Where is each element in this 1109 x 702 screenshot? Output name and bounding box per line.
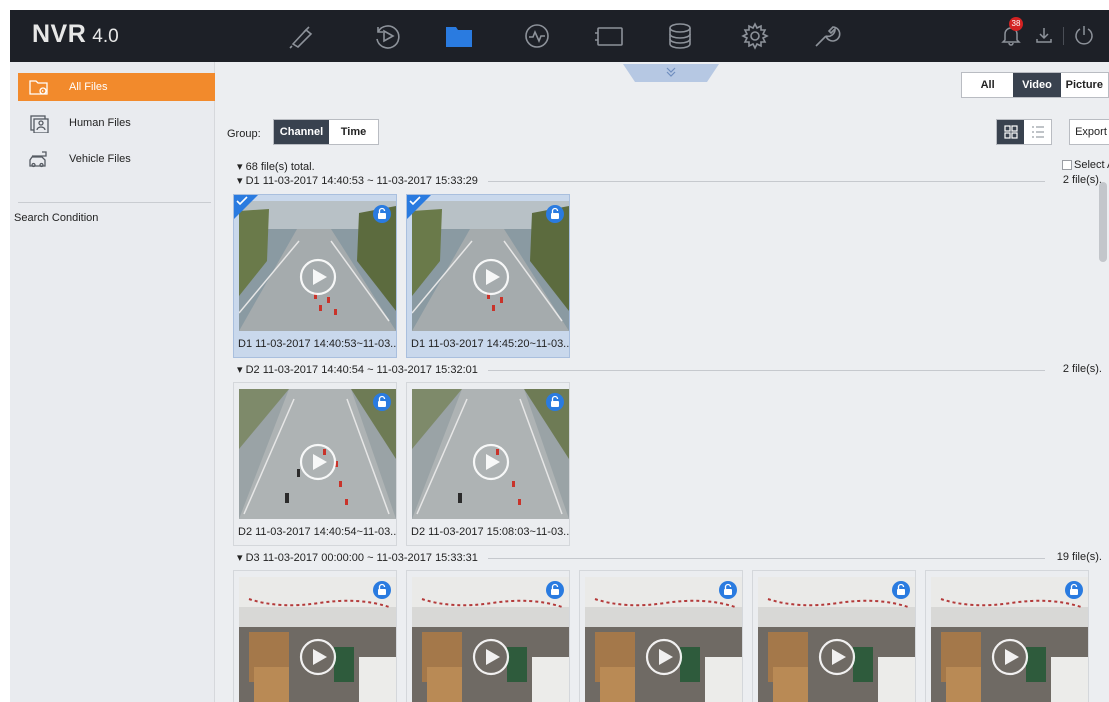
brand-name: NVR (32, 20, 87, 48)
file-caption: D1 11-03-2017 14:45:20~11-03... (411, 338, 569, 350)
folder-icon (28, 77, 50, 97)
power-icon[interactable] (1073, 24, 1095, 46)
brand-version: 4.0 (92, 26, 119, 47)
list-view-icon[interactable] (1024, 120, 1051, 144)
lock-icon[interactable] (373, 205, 391, 223)
search-condition-label: Search Condition (14, 212, 99, 224)
main-panel: All Video Picture Group: Channel Time Ex… (215, 62, 1109, 702)
logo: NVR 4.0 (32, 20, 119, 49)
top-bar: NVR 4.0 38 (10, 10, 1109, 62)
live-view-icon[interactable] (287, 21, 317, 51)
sidebar-item-all-files[interactable]: All Files (18, 73, 215, 101)
select-all-checkbox[interactable]: Select A (1062, 159, 1109, 171)
file-tile-d3-4[interactable] (752, 570, 916, 702)
notification-count-badge: 38 (1009, 17, 1023, 31)
grid-view-icon[interactable] (997, 120, 1024, 144)
smart-analysis-icon[interactable] (522, 21, 552, 51)
file-type-tabs: All Video Picture (961, 72, 1109, 98)
double-chevron-down-icon (623, 64, 719, 82)
scrollbar-thumb[interactable] (1099, 182, 1107, 262)
total-files-row[interactable]: ▾ 68 file(s) total. (237, 160, 315, 173)
file-caption: D2 11-03-2017 15:08:03~11-03... (411, 526, 569, 538)
checkbox-icon (1062, 160, 1072, 170)
lock-icon[interactable] (373, 581, 391, 599)
file-tile-d1-2[interactable]: D1 11-03-2017 14:45:20~11-03... (406, 194, 570, 358)
collapse-toggle[interactable] (623, 64, 719, 82)
nvr-app: NVR 4.0 38 All Files Human Files Vehicle… (10, 10, 1109, 702)
vehicle-icon (28, 149, 50, 169)
group-file-count: 2 file(s). (1062, 363, 1102, 375)
select-all-label: Select A (1074, 159, 1109, 171)
tab-video[interactable]: Video (1013, 73, 1061, 97)
file-tile-d3-3[interactable] (579, 570, 743, 702)
file-caption: D1 11-03-2017 14:40:53~11-03... (238, 338, 396, 350)
view-mode-toggle (996, 119, 1052, 145)
tab-all[interactable]: All (962, 73, 1013, 97)
group-label: Group: (227, 128, 261, 140)
sidebar-item-label: Human Files (69, 117, 131, 129)
group-file-count: 19 file(s). (1056, 551, 1102, 563)
file-management-icon[interactable] (444, 21, 474, 51)
group-title: ▾ D1 11-03-2017 14:40:53 ~ 11-03-2017 15… (237, 174, 488, 187)
group-header-d3[interactable]: ▾ D3 11-03-2017 00:00:00 ~ 11-03-2017 15… (237, 551, 1105, 567)
check-icon (409, 196, 421, 206)
file-tile-d3-2[interactable] (406, 570, 570, 702)
maintenance-icon[interactable] (811, 21, 841, 51)
file-tile-d2-1[interactable]: D2 11-03-2017 14:40:54~11-03... (233, 382, 397, 546)
top-bar-divider (1063, 27, 1064, 45)
camera-icon[interactable] (595, 21, 625, 51)
file-tile-d3-5[interactable] (925, 570, 1089, 702)
check-icon (236, 196, 248, 206)
file-tile-d3-1[interactable] (233, 570, 397, 702)
download-icon[interactable] (1034, 25, 1054, 45)
sidebar-item-human-files[interactable]: Human Files (18, 109, 215, 137)
total-files-count: 68 file(s) total. (245, 161, 315, 173)
tab-channel[interactable]: Channel (274, 120, 329, 144)
lock-icon[interactable] (1065, 581, 1083, 599)
file-caption: D2 11-03-2017 14:40:54~11-03... (238, 526, 396, 538)
system-settings-icon[interactable] (740, 21, 770, 51)
file-tile-d2-2[interactable]: D2 11-03-2017 15:08:03~11-03... (406, 382, 570, 546)
lock-icon[interactable] (546, 393, 564, 411)
storage-icon[interactable] (665, 21, 695, 51)
group-header-d1[interactable]: ▾ D1 11-03-2017 14:40:53 ~ 11-03-2017 15… (237, 174, 1105, 190)
lock-icon[interactable] (373, 393, 391, 411)
sidebar-item-vehicle-files[interactable]: Vehicle Files (18, 145, 215, 173)
lock-icon[interactable] (546, 205, 564, 223)
sidebar-item-label: All Files (69, 81, 108, 93)
tab-time[interactable]: Time (329, 120, 378, 144)
sidebar-item-label: Vehicle Files (69, 153, 131, 165)
group-title: ▾ D2 11-03-2017 14:40:54 ~ 11-03-2017 15… (237, 363, 488, 376)
tab-picture[interactable]: Picture (1061, 73, 1108, 97)
lock-icon[interactable] (892, 581, 910, 599)
file-tile-d1-1[interactable]: D1 11-03-2017 14:40:53~11-03... (233, 194, 397, 358)
lock-icon[interactable] (546, 581, 564, 599)
sidebar: All Files Human Files Vehicle Files Sear… (10, 62, 215, 702)
human-icon (28, 113, 50, 134)
group-by-tabs: Channel Time (273, 119, 379, 145)
sidebar-divider (18, 202, 211, 203)
group-title: ▾ D3 11-03-2017 00:00:00 ~ 11-03-2017 15… (237, 551, 488, 564)
playback-icon[interactable] (372, 21, 402, 51)
group-file-count: 2 file(s). (1062, 174, 1102, 186)
export-button[interactable]: Export (1069, 119, 1109, 145)
lock-icon[interactable] (719, 581, 737, 599)
group-header-d2[interactable]: ▾ D2 11-03-2017 14:40:54 ~ 11-03-2017 15… (237, 363, 1105, 379)
